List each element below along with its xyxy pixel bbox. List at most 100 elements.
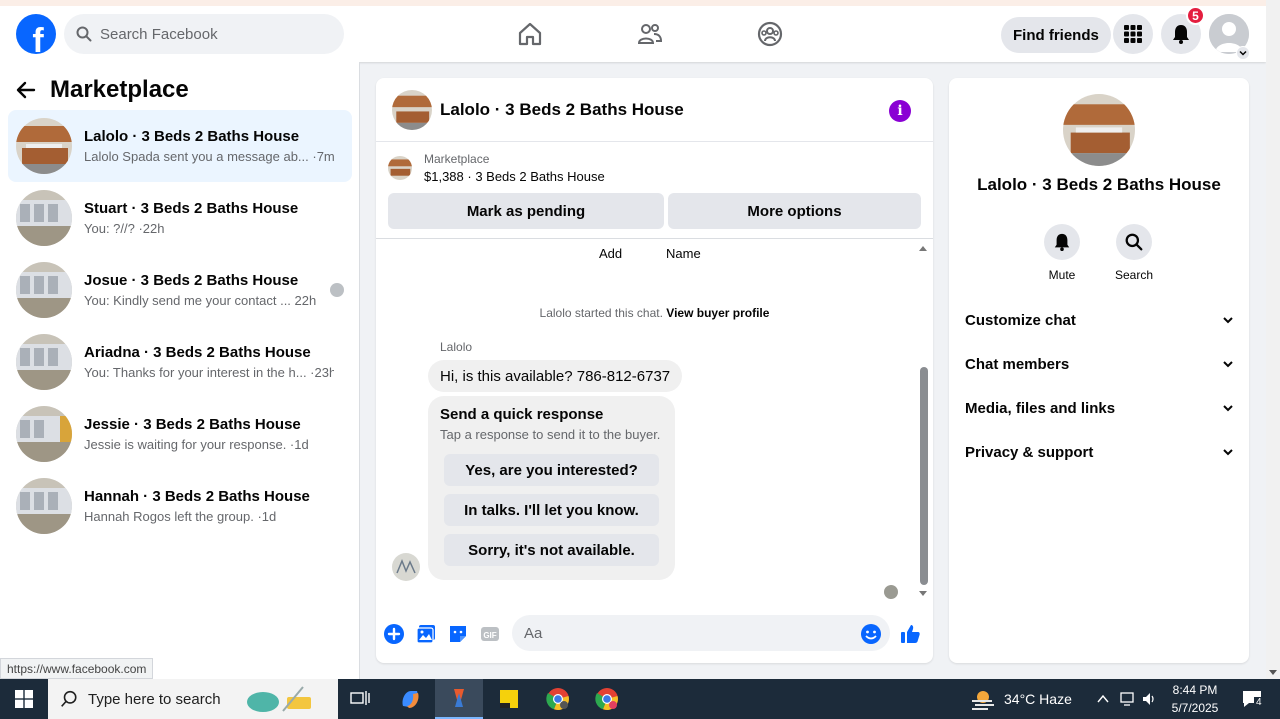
search-action[interactable]: Search [1104,224,1164,282]
conversation-name: Ariadna · 3 Beds 2 Baths House [84,344,311,361]
chat-header: Lalolo · 3 Beds 2 Baths House i [376,78,933,142]
privacy-support-section[interactable]: Privacy & support [965,432,1235,472]
search-highlight-icon [246,686,311,712]
menu-button[interactable] [1113,14,1153,54]
notification-count: 4 [1254,697,1264,708]
conversation-name: Stuart · 3 Beds 2 Baths House [84,200,299,217]
scroll-down-arrow-icon[interactable] [918,590,928,598]
listing-source: Marketplace [424,152,490,166]
conversation-item[interactable]: Jessie · 3 Beds 2 Baths House Jessie is … [8,398,352,470]
scroll-down-arrow-icon[interactable] [1268,667,1278,677]
friends-tab[interactable] [590,12,710,56]
back-arrow-icon[interactable] [16,80,36,100]
home-tab[interactable] [470,12,590,56]
conversation-preview: You: Kindly send me your contact ... 22h [84,293,317,308]
name-label[interactable]: Name [666,246,701,261]
conversation-preview: You: Thanks for your interest in the h..… [84,365,334,380]
photo-icon[interactable] [415,623,437,645]
view-buyer-profile-link[interactable]: View buyer profile [666,306,769,320]
start-button[interactable] [0,679,48,719]
chevron-down-icon [1223,361,1233,368]
conversation-item[interactable]: Stuart · 3 Beds 2 Baths House You: ?//? … [8,182,352,254]
chevron-up-icon[interactable] [1096,693,1110,705]
notifications-button[interactable]: 5 [1161,6,1205,54]
main-nav [470,12,830,56]
media-files-links-section[interactable]: Media, files and links [965,388,1235,428]
active-app[interactable] [435,679,483,719]
notification-badge: 5 [1186,6,1205,25]
task-view-button[interactable] [336,679,384,719]
conversation-item[interactable]: Josue · 3 Beds 2 Baths House You: Kindly… [8,254,352,326]
copilot-app[interactable] [386,679,434,719]
customize-chat-section[interactable]: Customize chat [965,300,1235,340]
taskbar-search-input[interactable]: Type here to search [48,679,338,719]
chat-thumbnail[interactable] [392,89,432,130]
chrome-icon [595,688,618,711]
thumbs-up-icon[interactable] [899,623,921,645]
section-label: Media, files and links [965,399,1116,417]
chrome-icon [546,688,569,711]
page-scrollbar[interactable] [1266,0,1280,679]
quick-response-not-available-button[interactable]: Sorry, it's not available. [444,534,659,566]
conversation-item[interactable]: Hannah · 3 Beds 2 Baths House Hannah Rog… [8,470,352,542]
conversation-name: Jessie · 3 Beds 2 Baths House [84,416,301,433]
sender-avatar[interactable] [392,553,420,581]
mark-as-pending-button[interactable]: Mark as pending [388,193,664,229]
chat-scrollbar[interactable] [917,242,929,600]
gif-icon[interactable]: GIF [479,623,501,645]
sticker-icon[interactable] [447,623,469,645]
message-bubble[interactable]: Hi, is this available? 786-812-6737 [428,360,683,392]
more-options-button[interactable]: More options [668,193,921,229]
facebook-logo-icon[interactable]: f [16,14,56,54]
quick-response-subtitle: Tap a response to send it to the buyer. [440,427,661,442]
windows-taskbar: Type here to search 34°C Haze 8:44 PM 5/… [0,679,1280,719]
search-input[interactable]: Search Facebook [64,14,344,54]
search-placeholder: Search Facebook [100,25,218,43]
sender-name: Lalolo [440,340,473,354]
sticky-notes-icon [500,690,518,708]
started-text: Lalolo started this chat. [539,306,663,320]
quick-response-yes-button[interactable]: Yes, are you interested? [444,454,659,486]
sticky-notes-app[interactable] [485,679,533,719]
chevron-down-icon [1223,449,1233,456]
section-label: Customize chat [965,311,1076,329]
weather-widget[interactable]: 34°C Haze [970,679,1072,719]
message-input[interactable]: Aa [512,615,890,651]
groups-icon [757,21,783,47]
listing-photo[interactable] [1063,94,1135,166]
quick-response-title: Send a quick response [440,406,604,423]
scroll-thumb[interactable] [920,367,928,585]
groups-tab[interactable] [710,12,830,56]
info-icon[interactable]: i [889,100,911,122]
quick-response-in-talks-button[interactable]: In talks. I'll let you know. [444,494,659,526]
scroll-up-arrow-icon[interactable] [918,244,928,252]
conversation-preview: Jessie is waiting for your response. ·1d [84,437,309,452]
system-clock[interactable]: 8:44 PM 5/7/2025 [1165,681,1225,717]
conversation-item[interactable]: Lalolo · 3 Beds 2 Baths House Lalolo Spa… [8,110,352,182]
chevron-down-icon [1223,317,1233,324]
account-chevron-icon[interactable] [1236,46,1250,60]
chat-members-section[interactable]: Chat members [965,344,1235,384]
listing-summary[interactable]: Marketplace $1,388 · 3 Beds 2 Baths Hous… [388,152,605,184]
add-label[interactable]: Add [599,246,622,261]
listing-thumbnail [16,406,72,462]
plus-circle-icon[interactable] [383,623,405,645]
chrome-app[interactable] [534,679,582,719]
action-center-button[interactable]: 4 [1232,679,1272,719]
emoji-icon[interactable] [860,623,882,645]
search-icon [61,690,77,707]
find-friends-button[interactable]: Find friends [1001,17,1111,53]
conversation-preview: Lalolo Spada sent you a message ab... ·7… [84,149,334,164]
conversation-item[interactable]: Ariadna · 3 Beds 2 Baths House You: Than… [8,326,352,398]
chat-title[interactable]: Lalolo · 3 Beds 2 Baths House [440,100,684,120]
listing-thumbnail [16,190,72,246]
network-icon[interactable] [1119,691,1135,707]
divider [376,238,933,239]
svg-text:GIF: GIF [483,631,496,640]
chrome-profile-app[interactable] [583,679,631,719]
bell-icon [1173,25,1189,44]
mute-action[interactable]: Mute [1032,224,1092,282]
volume-icon[interactable] [1141,691,1157,707]
task-view-icon [350,691,370,705]
grid-menu-icon [1124,25,1142,43]
